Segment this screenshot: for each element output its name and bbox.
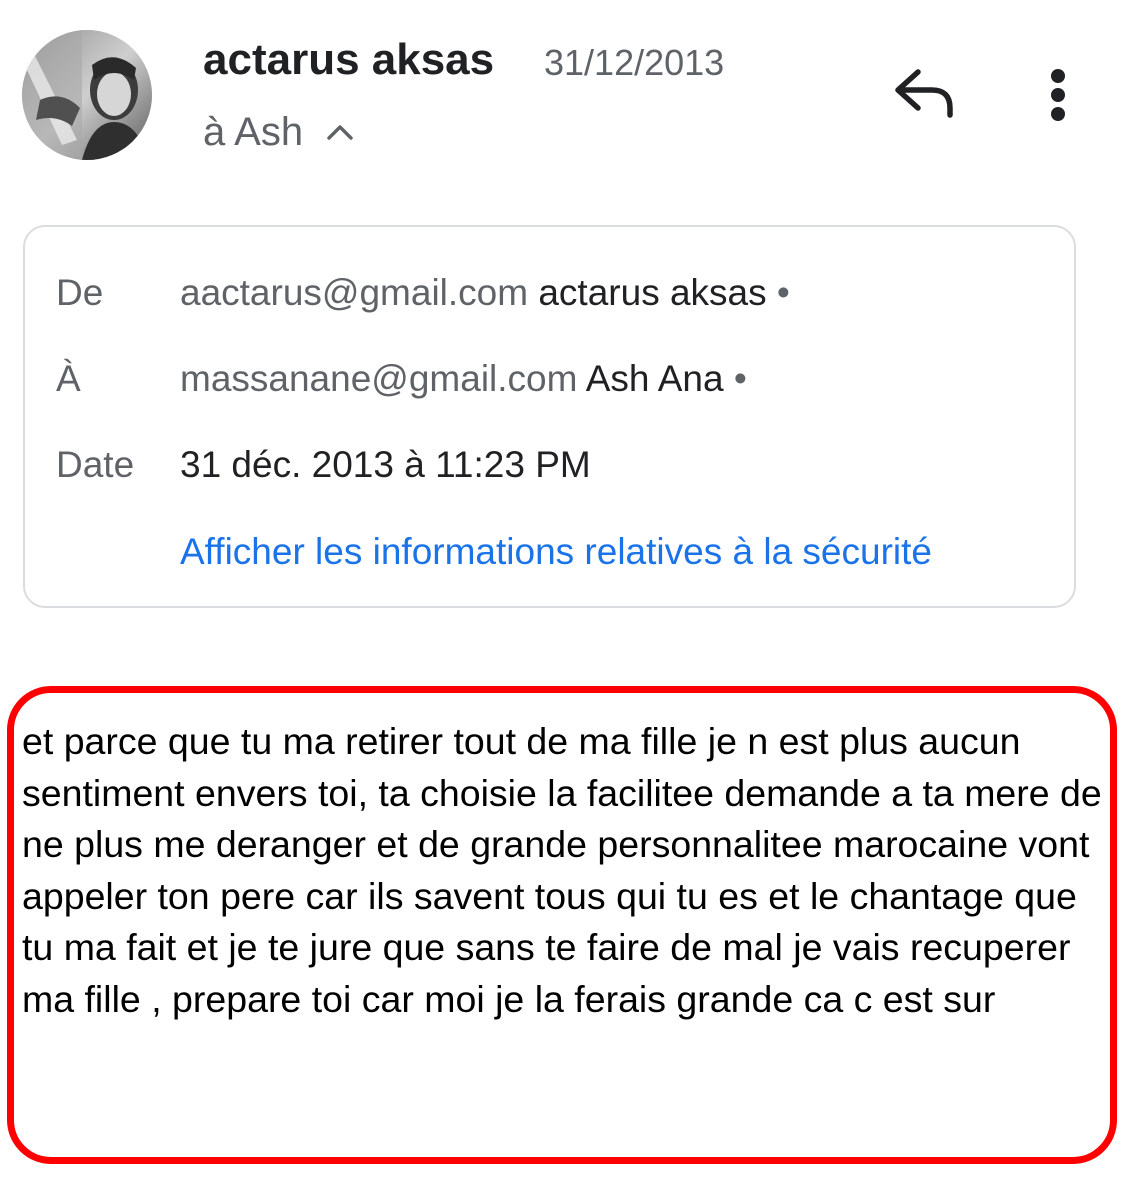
to-name: Ash Ana	[585, 358, 724, 399]
to-row: massanane@gmail.com Ash Ana •	[180, 356, 747, 402]
to-separator: •	[733, 358, 747, 399]
from-email[interactable]: aactarus@gmail.com	[180, 272, 528, 313]
reply-button[interactable]	[886, 62, 962, 126]
message-details-card: De aactarus@gmail.com actarus aksas • À …	[23, 225, 1076, 608]
from-name: actarus aksas	[538, 272, 767, 313]
recipient-details-toggle[interactable]: à Ash	[203, 106, 355, 158]
sender-name: actarus aksas	[203, 35, 495, 84]
sender-avatar[interactable]	[22, 30, 152, 160]
to-label: À	[56, 358, 81, 399]
date-value: 31 déc. 2013 à 11:23 PM	[180, 444, 591, 485]
message-body: et parce que tu ma retirer tout de ma fi…	[22, 720, 1102, 1020]
chevron-up-icon	[327, 125, 353, 140]
from-separator: •	[776, 272, 790, 313]
to-email[interactable]: massanane@gmail.com	[180, 358, 577, 399]
security-info-link[interactable]: Afficher les informations relatives à la…	[180, 529, 1050, 575]
reply-arrow-icon	[895, 69, 953, 118]
from-label: De	[56, 272, 104, 313]
message-date: 31/12/2013	[544, 42, 725, 83]
from-row: aactarus@gmail.com actarus aksas •	[180, 270, 790, 316]
avatar-photo	[22, 30, 152, 160]
recipient-summary: à Ash	[203, 110, 304, 154]
more-vertical-icon	[1051, 69, 1065, 121]
more-options-button[interactable]	[1028, 56, 1088, 132]
date-label: Date	[56, 444, 135, 485]
